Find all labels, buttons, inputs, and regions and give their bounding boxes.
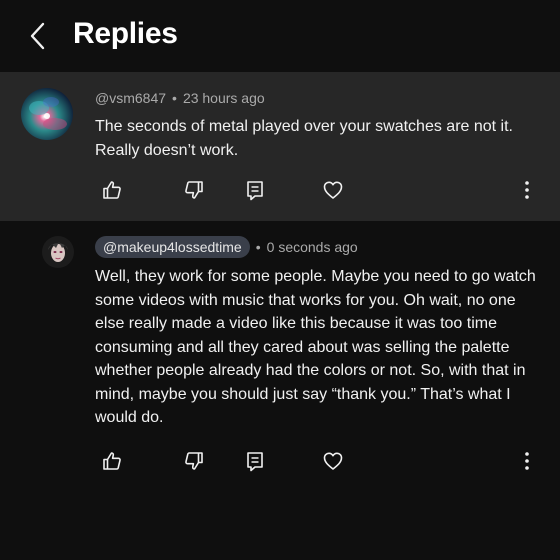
thumbs-down-icon [185, 181, 203, 199]
chevron-left-icon [30, 22, 45, 50]
reply-button[interactable] [240, 175, 270, 205]
thumbs-up-icon [103, 452, 121, 470]
comment-timestamp: 0 seconds ago [266, 239, 358, 255]
profile-photo-image [42, 236, 74, 268]
reply-icon [247, 452, 263, 472]
heart-button[interactable] [318, 446, 348, 476]
dislike-button[interactable] [179, 175, 209, 205]
like-button[interactable] [97, 175, 127, 205]
back-button[interactable] [20, 18, 54, 54]
avatar[interactable] [21, 88, 73, 140]
comment-text: Well, they work for some people. Maybe y… [95, 268, 536, 426]
more-options-button[interactable] [512, 175, 542, 205]
thumbs-down-icon [185, 452, 203, 470]
comment-text: The seconds of metal played over your sw… [95, 118, 513, 159]
heart-icon [323, 181, 343, 199]
heart-button[interactable] [318, 175, 348, 205]
more-options-button[interactable] [512, 446, 542, 476]
page-title: Replies [73, 17, 178, 50]
meta-separator: • [172, 90, 177, 106]
reply-comment: @makeup4lossedtime • 0 seconds ago Well,… [0, 221, 560, 560]
reply-button[interactable] [240, 446, 270, 476]
app-header: Replies [0, 0, 560, 72]
heart-icon [323, 452, 343, 470]
thumbs-up-icon [103, 181, 121, 199]
comment-timestamp: 23 hours ago [182, 90, 265, 106]
dislike-button[interactable] [179, 446, 209, 476]
comment-meta: @vsm6847 • 23 hours ago [95, 90, 265, 106]
avatar[interactable] [42, 236, 74, 268]
comment-author-chip[interactable]: @makeup4lossedtime [95, 236, 250, 258]
comment-actions [0, 446, 560, 476]
comment-author[interactable]: @vsm6847 [95, 90, 166, 106]
meta-separator: • [255, 239, 261, 255]
nebula-avatar-image [21, 88, 73, 140]
comment-meta: @makeup4lossedtime • 0 seconds ago [95, 236, 358, 258]
parent-comment: @vsm6847 • 23 hours ago The seconds of m… [0, 72, 560, 221]
more-vertical-icon [525, 181, 529, 199]
like-button[interactable] [97, 446, 127, 476]
comment-actions [0, 175, 560, 205]
more-vertical-icon [525, 452, 529, 470]
reply-icon [247, 181, 263, 201]
